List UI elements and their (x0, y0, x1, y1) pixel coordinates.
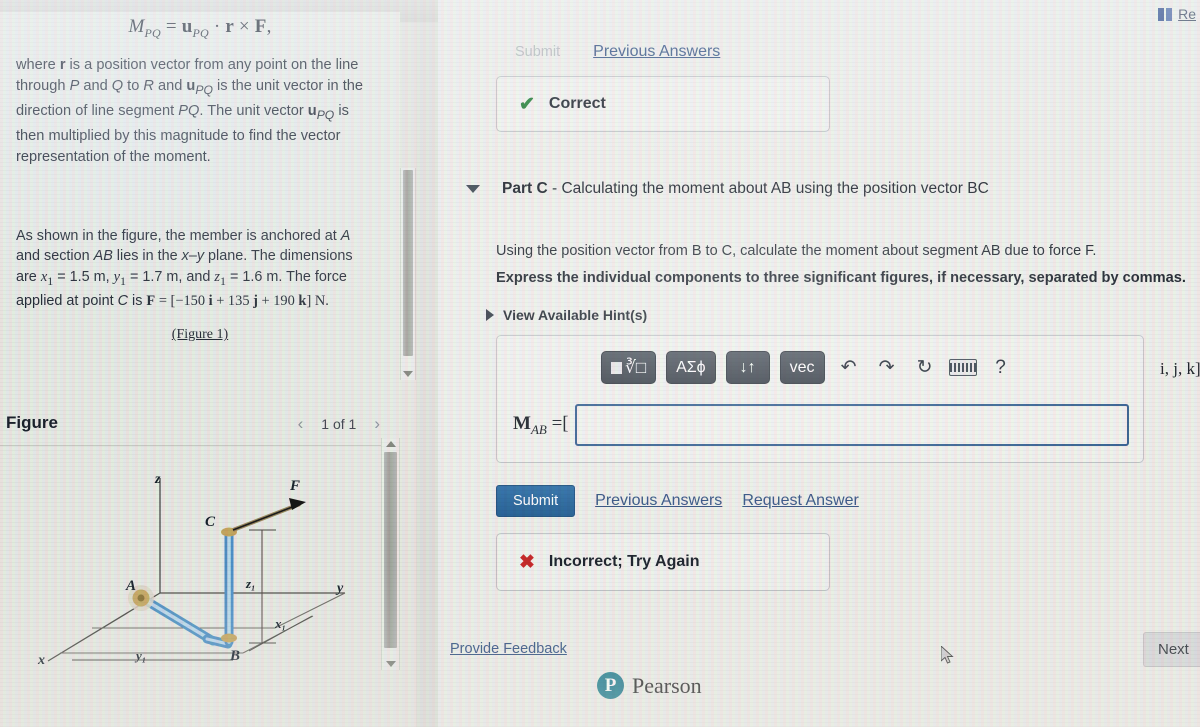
scroll-up-arrow-icon[interactable] (385, 441, 396, 447)
figure-prev-button[interactable]: ‹ (298, 414, 304, 434)
axis-label-y: y (337, 581, 344, 596)
previous-answers-link-top[interactable]: Previous Answers (593, 43, 720, 61)
dimension-label-y1: y₁ (136, 648, 147, 663)
view-hints-toggle[interactable]: View Available Hint(s) (486, 307, 647, 323)
scroll-down-arrow-icon[interactable] (403, 371, 413, 377)
figure-scroll-down-arrow-icon[interactable] (385, 661, 396, 667)
x-icon: ✖ (519, 551, 535, 573)
panel-divider (416, 0, 438, 727)
undo-icon[interactable]: ↶ (835, 354, 863, 382)
sqrt-icon: ∛□ (625, 357, 647, 377)
provide-feedback-label: Provide Feedback (450, 641, 567, 657)
correct-status-label: Correct (548, 95, 606, 112)
figure-divider (0, 445, 400, 446)
mouse-cursor (941, 646, 954, 664)
help-icon[interactable]: ? (987, 354, 1015, 382)
point-label-b: B (230, 648, 241, 664)
pearson-mark-icon: P (597, 672, 624, 699)
figure-diagram: z y x A B C F z₁ x₁ y₁ (0, 448, 400, 727)
answer-right-panel: Submit Previous Answers ✔ Correct Part C… (438, 0, 1200, 727)
answer-label-tail: =[ (546, 412, 569, 434)
review-link-label: Re (1178, 6, 1196, 22)
part-c-description: Calculating the moment about AB using th… (561, 180, 989, 197)
part-c-separator: - (547, 180, 562, 197)
view-hints-label: View Available Hint(s) (503, 307, 648, 323)
problem-left-panel: MPQ = uPQ · r × F, where r is a position… (0, 12, 400, 727)
reset-icon[interactable]: ↻ (911, 354, 939, 382)
part-c-label: Part C (502, 180, 548, 197)
figure-title: Figure (6, 413, 58, 432)
point-label-a: A (126, 578, 137, 594)
figure-count-label: 1 of 1 (321, 416, 357, 432)
problem-text-scroll-thumb[interactable] (403, 170, 413, 356)
submit-button-top: Submit (498, 36, 577, 68)
part-b-action-row: Submit Previous Answers (498, 36, 720, 68)
problem-text-scrollbar[interactable] (400, 168, 416, 380)
axis-label-z: z (155, 472, 161, 487)
vector-button[interactable]: vec (779, 351, 825, 384)
answer-input[interactable] (574, 404, 1129, 446)
answer-entry-card: ∛□ ΑΣϕ ↓↑ vec ↶ ↷ ↻ ? MAB =[ (496, 335, 1144, 463)
answer-label-main: M (513, 412, 531, 434)
next-button[interactable]: Next (1143, 632, 1200, 667)
part-c-header[interactable]: Part C - Calculating the moment about AB… (466, 180, 989, 198)
correct-status-box: ✔ Correct (496, 76, 830, 132)
check-icon: ✔ (519, 93, 535, 115)
chevron-right-icon (486, 309, 494, 321)
incorrect-status-label: Incorrect; Try Again (548, 553, 700, 570)
figure-scrollbar[interactable] (381, 438, 400, 670)
answer-input-row: MAB =[ (513, 404, 1129, 446)
submit-button[interactable]: Submit (496, 485, 576, 517)
dimension-label-x1: x₁ (275, 616, 287, 631)
greek-symbols-button[interactable]: ΑΣϕ (666, 351, 716, 384)
pearson-wordmark: Pearson (632, 672, 702, 698)
figure-scroll-thumb[interactable] (384, 452, 397, 648)
moment-formula: MPQ = uPQ · r × F, (128, 16, 272, 40)
prompt-line-1: Using the position vector from B to C, c… (496, 243, 1097, 259)
arrows-button[interactable]: ↓↑ (725, 351, 770, 384)
dimension-label-z1: z₁ (246, 576, 256, 591)
book-icon (1158, 7, 1173, 21)
figure-next-button[interactable]: › (374, 414, 380, 434)
part-c-title: Part C - Calculating the moment about AB… (502, 180, 989, 198)
axis-label-x: x (38, 653, 45, 668)
provide-feedback-link[interactable]: Provide Feedback (450, 641, 567, 657)
redo-icon[interactable]: ↷ (873, 354, 901, 382)
answer-label-sub: AB (530, 421, 547, 437)
chevron-down-icon[interactable] (466, 185, 480, 193)
template-sqrt-button[interactable]: ∛□ (601, 351, 657, 384)
keyboard-icon[interactable] (948, 359, 977, 376)
figure-reference-label: (Figure 1) (171, 327, 229, 343)
problem-paragraph-1: where r is a position vector from any po… (16, 56, 363, 165)
pearson-logo: P Pearson (597, 672, 702, 699)
review-link[interactable]: Re (1158, 6, 1196, 22)
force-label-f: F (290, 478, 301, 494)
point-label-c: C (205, 514, 216, 530)
math-toolbar: ∛□ ΑΣϕ ↓↑ vec ↶ ↷ ↻ ? (601, 351, 1015, 384)
square-placeholder-icon (611, 361, 622, 374)
problem-paragraph-2: As shown in the figure, the member is an… (16, 227, 353, 309)
figure-header: Figure ‹ 1 of 1 › (0, 404, 400, 446)
answer-unit-suffix: i, j, k] N · m (1160, 359, 1200, 378)
previous-answers-link[interactable]: Previous Answers (595, 492, 722, 510)
problem-statement: MPQ = uPQ · r × F, where r is a position… (10, 12, 390, 343)
request-answer-link[interactable]: Request Answer (742, 492, 859, 510)
prompt-line-2: Express the individual components to thr… (496, 270, 1186, 286)
incorrect-status-box: ✖ Incorrect; Try Again (496, 533, 830, 591)
part-c-action-row: Submit Previous Answers Request Answer (496, 485, 859, 517)
figure-navigation: ‹ 1 of 1 › (298, 414, 380, 434)
figure-reference-link[interactable]: (Figure 1) (10, 327, 390, 343)
answer-label: MAB =[ (513, 413, 569, 438)
